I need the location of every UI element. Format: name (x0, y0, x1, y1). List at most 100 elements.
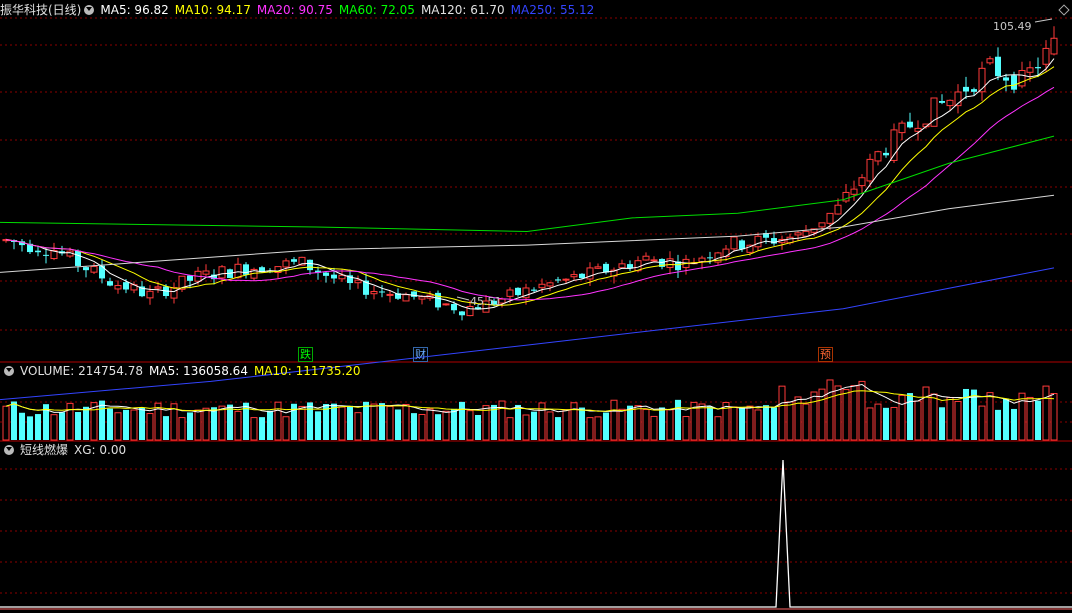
candle-body-up (642, 255, 650, 261)
volume-bar-down (659, 407, 665, 440)
candle-body-up (618, 263, 626, 269)
volume-bar-down (763, 405, 769, 440)
candle-body-up (834, 204, 842, 215)
candle-body-up (946, 99, 954, 107)
volume-bar-down (59, 412, 65, 440)
volume-bar-down (707, 406, 713, 440)
candle-body-up (858, 177, 866, 187)
collapse-icon[interactable] (4, 365, 14, 376)
candle-body-down (531, 289, 537, 291)
collapse-icon[interactable] (84, 4, 95, 15)
candle-body-down (107, 281, 113, 286)
candle-body-up (546, 282, 554, 287)
marker-cai[interactable]: 财 (413, 347, 428, 362)
candle-body-up (506, 289, 514, 297)
candle-body-down (123, 282, 129, 290)
marker-yu[interactable]: 预 (818, 347, 833, 362)
candle-body-up (1050, 37, 1058, 55)
volume-bar-down (227, 404, 233, 440)
ma20-label: MA20: 90.75 (256, 3, 333, 17)
volume-bar-down (555, 417, 561, 440)
candle-body-down (963, 86, 969, 92)
candle-body-down (307, 259, 313, 271)
ma5-line (5, 58, 1055, 310)
volume-bar-down (11, 401, 17, 440)
volume-bar-down (579, 407, 585, 440)
indicator-name: 短线燃爆 (20, 443, 69, 457)
volume-bar-up (130, 409, 138, 441)
volume-bar-up (234, 410, 242, 441)
indicator-header: 短线燃爆 XG: 0.00 (0, 442, 132, 458)
volume-bar-down (771, 407, 777, 440)
candle-body-down (459, 311, 465, 316)
candle-body-up (594, 266, 602, 269)
candle-body-down (995, 56, 1001, 77)
volume-bar-up (194, 409, 202, 441)
volume-bar-down (83, 406, 89, 440)
ma120-label: MA120: 61.70 (420, 3, 505, 17)
ma10-label: MA10: 94.17 (174, 3, 251, 17)
volume-label: VOLUME: 214754.78 (20, 364, 143, 378)
volume-bar-down (99, 400, 105, 440)
volume-bar-up (802, 403, 810, 441)
volume-bar-down (259, 417, 265, 440)
volume-bar-down (123, 409, 129, 440)
volume-bar-down (907, 393, 913, 440)
volume-bar-up (650, 415, 658, 441)
volume-bar-down (515, 404, 521, 440)
candle-body-up (866, 158, 874, 182)
volume-bar-down (1003, 398, 1009, 440)
volume-bar-up (298, 405, 306, 441)
candle-body-down (331, 274, 337, 279)
volume-bar-up (386, 405, 394, 441)
volume-bar-down (163, 416, 169, 440)
volume-bar-down (107, 408, 113, 440)
volume-bar-down (27, 416, 33, 440)
candle-body-down (291, 259, 297, 262)
stock-chart (0, 17, 1072, 610)
candle-body-up (386, 293, 394, 296)
volume-bar-up (754, 409, 762, 441)
volume-bar-up (890, 406, 898, 441)
candle-body-down (323, 272, 329, 276)
candle-body-down (579, 273, 585, 279)
volume-bar-down (995, 409, 1001, 440)
candle-body-up (730, 236, 738, 250)
volume-bar-up (746, 405, 754, 441)
volume-bar-down (211, 407, 217, 440)
volume-bar-up (498, 400, 506, 441)
collapse-icon[interactable] (4, 444, 14, 455)
volume-bar-up (930, 393, 938, 441)
candle-body-up (370, 291, 378, 295)
volume-bar-down (267, 410, 273, 440)
volume-bar-down (939, 407, 945, 440)
ma5-label: MA5: 96.82 (100, 3, 169, 17)
candle-body-up (850, 188, 858, 195)
volume-bar-up (666, 409, 674, 441)
volume-bar-down (739, 407, 745, 440)
candle-body-up (354, 279, 362, 284)
volume-header: VOLUME: 214754.78 MA5: 136058.64 MA10: 111… (0, 363, 367, 379)
volume-bar-up (570, 402, 578, 441)
volume-bar-up (922, 386, 930, 441)
candle-body-up (1026, 67, 1034, 73)
candle-body-up (538, 283, 546, 289)
volume-bar-up (522, 414, 530, 441)
candle-body-up (826, 212, 834, 224)
candle-body-up (218, 266, 226, 279)
volume-bar-up (274, 401, 282, 441)
candle-body-up (282, 260, 290, 268)
candle-body-down (1011, 75, 1017, 90)
volume-bar-up (730, 406, 738, 441)
candle-body-up (794, 232, 802, 236)
low-arrow (456, 296, 470, 301)
candle-body-up (874, 151, 882, 162)
volume-bar-up (986, 392, 994, 441)
volume-bar-up (338, 406, 346, 441)
volume-bar-up (826, 379, 834, 441)
volume-bar-up (66, 402, 74, 441)
marker-die[interactable]: 跌 (298, 347, 313, 362)
candle-body-down (971, 89, 977, 92)
candle-body-down (75, 250, 81, 266)
volume-bar-up (466, 410, 474, 441)
